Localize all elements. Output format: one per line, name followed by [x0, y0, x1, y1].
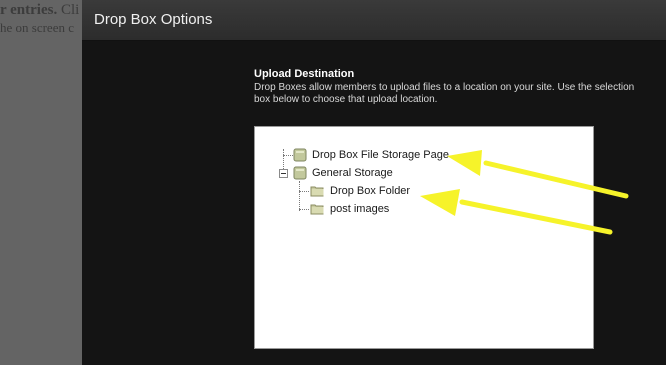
collapse-toggle-icon[interactable] [279, 169, 288, 178]
upload-destination-heading: Upload Destination [254, 68, 355, 80]
tree-connector [283, 155, 293, 156]
background-text-line-1: r entries. Cli [0, 2, 80, 18]
tree-node-label: Drop Box Folder [330, 185, 411, 197]
tree-node-label: Drop Box File Storage Page [312, 149, 449, 161]
background-text-line-2: he on screen c [0, 20, 74, 35]
upload-location-tree[interactable]: Drop Box File Storage Page General Stora… [254, 126, 594, 349]
folder-icon [310, 186, 324, 197]
tree-connector [299, 181, 300, 211]
dialog-header: Drop Box Options [82, 0, 666, 41]
dialog-title: Drop Box Options [94, 11, 213, 28]
tree-node-label: post images [330, 203, 390, 215]
page-icon [293, 166, 307, 180]
upload-destination-description: Drop Boxes allow members to upload files… [254, 82, 635, 105]
drop-box-options-dialog: Drop Box Options Upload Destination Drop… [82, 0, 666, 365]
tree-connector [299, 209, 309, 210]
tree-connector [283, 149, 284, 169]
tree-node-label: General Storage [312, 167, 393, 179]
tree-connector [299, 191, 309, 192]
page-icon [293, 148, 307, 162]
folder-icon [310, 204, 324, 215]
